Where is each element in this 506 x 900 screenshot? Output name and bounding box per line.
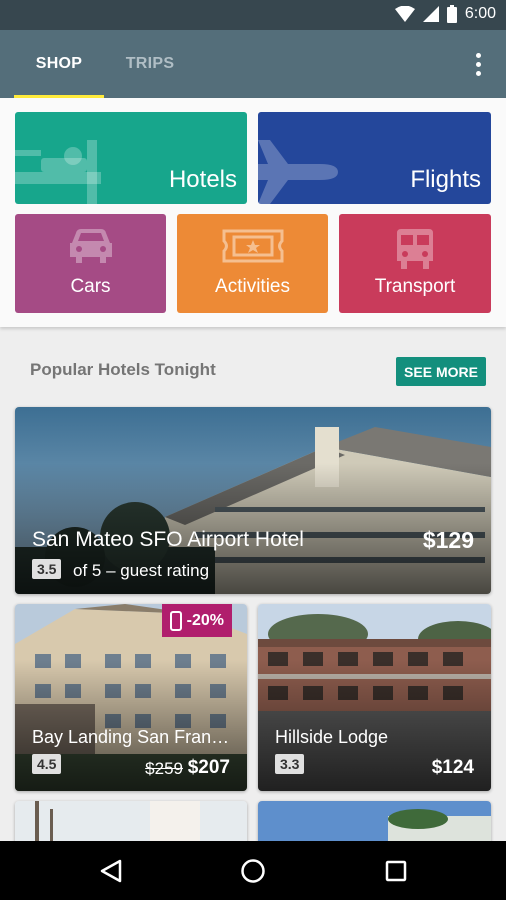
deal-badge: -20% <box>161 604 232 637</box>
mobile-phone-icon <box>169 610 182 631</box>
activities-label: Activities <box>215 276 290 297</box>
flights-label: Flights <box>410 166 481 193</box>
rating-badge: 3.5 <box>32 559 62 579</box>
navigation-bar <box>0 841 506 900</box>
car-icon <box>69 229 112 263</box>
see-more-button[interactable]: SEE MORE <box>396 357 486 386</box>
app-bar: SHOP TRIPS <box>0 30 506 98</box>
activities-tile[interactable]: Activities <box>177 214 328 313</box>
hotels-tile[interactable]: Hotels <box>15 112 247 204</box>
transport-label: Transport <box>374 276 456 297</box>
deal-text: -20% <box>186 611 224 629</box>
hotel-name: Bay Landing San Franci… <box>32 727 237 747</box>
tab-shop[interactable]: SHOP <box>14 30 104 98</box>
hotel-price: $207 <box>187 757 230 778</box>
airplane-icon <box>258 140 338 204</box>
hotels-label: Hotels <box>168 166 237 193</box>
status-icons: 6:00 <box>394 5 496 23</box>
featured-hotel-card[interactable]: San Mateo SFO Airport Hotel $129 3.5 of … <box>15 407 491 594</box>
home-icon[interactable] <box>237 855 269 887</box>
hillside-lodge-hotel-card[interactable]: Hillside Lodge 3.3 $124 <box>258 604 491 791</box>
flights-tile[interactable]: Flights <box>258 112 491 204</box>
popular-hotels-title: Popular Hotels Tonight <box>30 360 216 379</box>
category-tiles: Hotels Flights Cars Activities Transport <box>0 98 506 327</box>
status-time: 6:00 <box>464 5 496 22</box>
rating-badge: 4.5 <box>32 754 62 774</box>
battery-icon <box>446 5 457 23</box>
status-bar: 6:00 <box>0 0 506 30</box>
tab-trips[interactable]: TRIPS <box>105 30 195 98</box>
bay-landing-hotel-card[interactable]: -20% Bay Landing San Franci… 4.5 $259 $2… <box>15 604 247 791</box>
cars-label: Cars <box>70 276 111 297</box>
cars-tile[interactable]: Cars <box>15 214 166 313</box>
signal-icon <box>422 6 439 22</box>
ticket-icon <box>222 229 283 263</box>
rating-suffix: of 5 – guest rating <box>73 561 210 580</box>
old-price: $259 <box>145 759 183 778</box>
recents-icon[interactable] <box>380 855 412 887</box>
rating-badge: 3.3 <box>275 754 305 774</box>
wifi-icon <box>394 6 415 22</box>
transport-tile[interactable]: Transport <box>339 214 491 313</box>
bed-icon <box>15 140 101 204</box>
back-icon[interactable] <box>95 855 127 887</box>
hotel-price: $124 <box>431 757 474 778</box>
hotel-price: $129 <box>422 527 474 553</box>
hotel-name: San Mateo SFO Airport Hotel <box>32 528 304 551</box>
hotel-name: Hillside Lodge <box>275 727 389 747</box>
bus-icon <box>397 229 433 269</box>
overflow-menu-icon[interactable] <box>464 50 492 78</box>
